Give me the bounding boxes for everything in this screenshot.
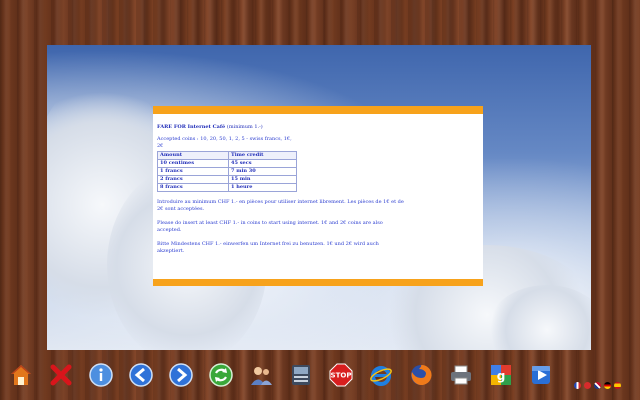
- instruction-fr: Introduire au minimum CHF 1.- en pièces …: [157, 199, 404, 212]
- amount-cell: 10 centimes: [157, 159, 229, 168]
- fare-table: Amount Time credit 10 centimes 45 secs 1…: [157, 151, 297, 192]
- keyboard-icon[interactable]: [288, 362, 314, 388]
- stop-sign-icon[interactable]: STOP: [328, 362, 354, 388]
- uk-flag-icon[interactable]: [594, 382, 601, 389]
- fare-title-text: FARE FOR Internet Café: [157, 124, 226, 130]
- internet-cafe-fare-panel: FARE FOR Internet Café (minimum 1.-) Acc…: [153, 106, 483, 286]
- time-cell: 1 heure: [228, 183, 297, 192]
- back-arrow-icon[interactable]: [128, 362, 154, 388]
- internet-explorer-icon[interactable]: [368, 362, 394, 388]
- es-flag-icon[interactable]: [614, 382, 621, 389]
- fr-flag-icon[interactable]: [574, 382, 581, 389]
- table-row: 2 francs 15 min: [157, 175, 297, 184]
- fare-table-header: Amount Time credit: [157, 151, 297, 160]
- firefox-icon[interactable]: [408, 362, 434, 388]
- table-row: 8 francs 1 heure: [157, 183, 297, 192]
- forward-arrow-icon[interactable]: [168, 362, 194, 388]
- table-row: 1 francs 7 min 30: [157, 167, 297, 176]
- amount-cell: 1 francs: [157, 167, 229, 176]
- stop-label: STOP: [331, 372, 352, 380]
- accepted-coins-text: Accepted coins : 10, 20, 50, 1, 2, 5 - s…: [157, 136, 292, 149]
- de-flag-icon[interactable]: [604, 382, 611, 389]
- info-icon[interactable]: [88, 362, 114, 388]
- ch-flag-icon[interactable]: [584, 382, 591, 389]
- table-row: 10 centimes 45 secs: [157, 159, 297, 168]
- header-amount: Amount: [157, 151, 229, 160]
- instruction-en: Please do insert at least CHF 1.- in coi…: [157, 220, 383, 233]
- user-chat-icon[interactable]: [248, 362, 274, 388]
- language-tray: [574, 382, 621, 392]
- printer-icon[interactable]: [448, 362, 474, 388]
- refresh-icon[interactable]: [208, 362, 234, 388]
- time-cell: 7 min 30: [228, 167, 297, 176]
- media-player-icon[interactable]: [528, 362, 554, 388]
- close-x-icon[interactable]: [48, 362, 74, 388]
- time-cell: 45 secs: [228, 159, 297, 168]
- instructions: Introduire au minimum CHF 1.- en pièces …: [157, 199, 479, 255]
- amount-cell: 8 francs: [157, 183, 229, 192]
- fare-title-note: (minimum 1.-): [226, 124, 263, 130]
- amount-cell: 2 francs: [157, 175, 229, 184]
- google-icon[interactable]: g: [488, 362, 514, 388]
- fare-title: FARE FOR Internet Café (minimum 1.-): [157, 124, 479, 131]
- instruction-de: Bitte Mindestens CHF 1.- einwerfen um In…: [157, 241, 379, 254]
- svg-text:g: g: [497, 369, 506, 383]
- time-cell: 15 min: [228, 175, 297, 184]
- home-icon[interactable]: [8, 362, 34, 388]
- header-time-credit: Time credit: [228, 151, 297, 160]
